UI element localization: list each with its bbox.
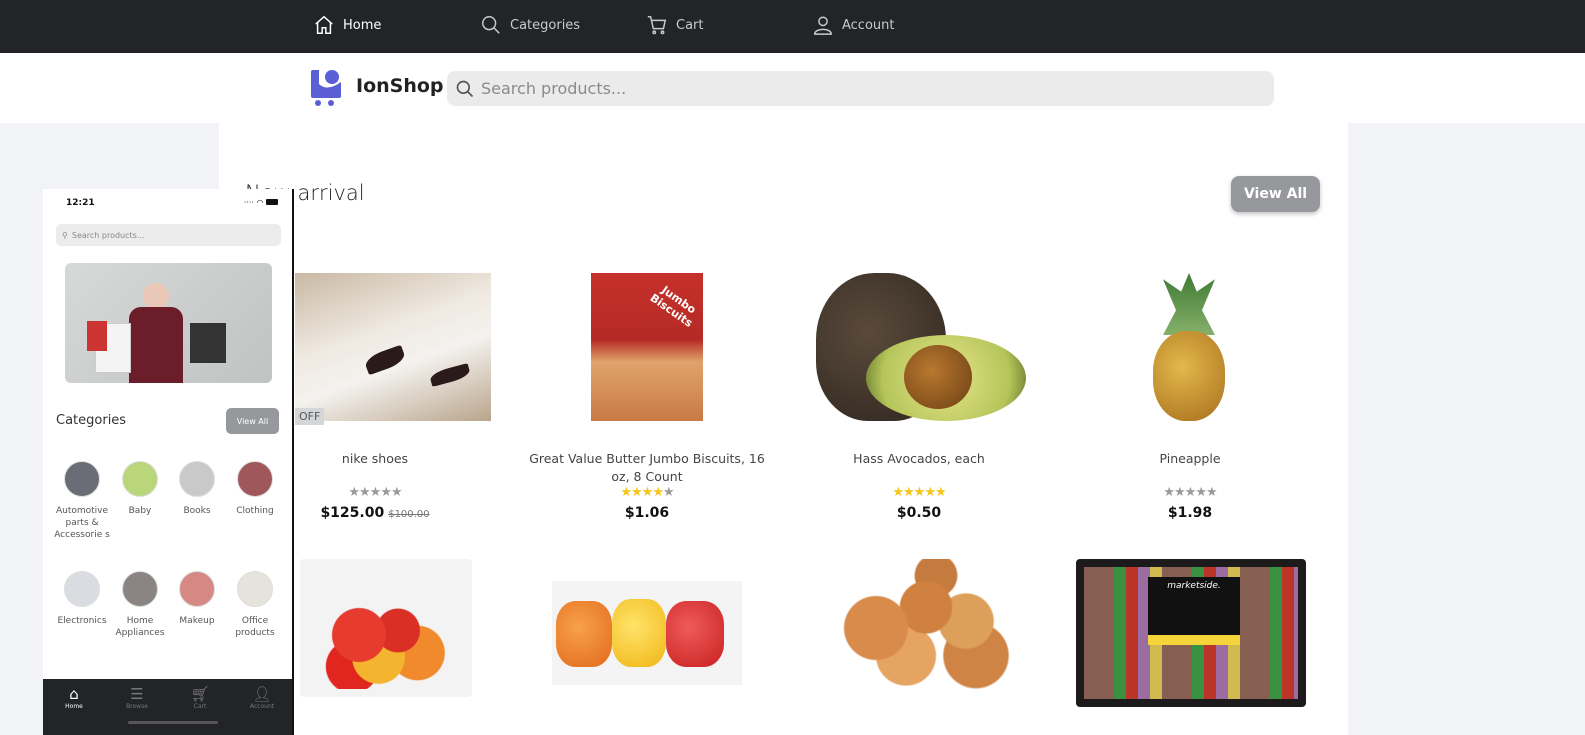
category-item[interactable]: Makeup xyxy=(169,571,225,627)
old-price: $100.00 xyxy=(388,509,430,520)
category-label: Baby xyxy=(128,506,152,516)
category-label: Office products xyxy=(235,616,275,638)
category-item[interactable]: Clothing xyxy=(227,461,283,517)
product-image[interactable] xyxy=(1153,273,1225,421)
mobile-tab-account[interactable]: 👤︎ Account xyxy=(232,685,292,710)
product-image[interactable] xyxy=(816,273,1028,421)
nav-account[interactable]: Account xyxy=(812,14,895,36)
status-time: 12:21 xyxy=(66,198,95,208)
mobile-tab-cart[interactable]: 🛒︎ Cart xyxy=(170,685,230,710)
category-image xyxy=(64,461,100,497)
product-image[interactable] xyxy=(295,273,491,421)
home-indicator xyxy=(128,721,218,724)
status-icons: ···· ◠ xyxy=(244,198,278,207)
category-label: Home Appliances xyxy=(115,616,165,638)
rating-stars: ★★★★★ xyxy=(620,485,674,500)
category-image xyxy=(179,571,215,607)
category-item[interactable]: Automotive parts & Accessorie s xyxy=(54,461,110,541)
categories-view-all-button[interactable]: View All xyxy=(226,408,279,434)
nav-categories[interactable]: Categories xyxy=(480,14,580,36)
category-image xyxy=(237,461,273,497)
category-image xyxy=(237,571,273,607)
logo-icon[interactable] xyxy=(311,70,343,106)
main-content: New arrival View All OFF nike shoes ★★★★… xyxy=(219,123,1348,735)
nav-cart[interactable]: Cart xyxy=(646,14,704,36)
nav-account-label: Account xyxy=(842,17,895,33)
tab-label: Home xyxy=(65,703,83,710)
search-icon xyxy=(456,80,474,97)
mobile-tab-browse[interactable]: ☰ Browse xyxy=(107,685,167,710)
category-image xyxy=(122,461,158,497)
category-label: Makeup xyxy=(179,616,215,626)
category-item[interactable]: Baby xyxy=(112,461,168,517)
discount-badge: OFF xyxy=(295,408,325,425)
mobile-tab-home[interactable]: ⌂ Home xyxy=(44,685,104,710)
categories-title: Categories xyxy=(56,413,127,428)
cart-icon xyxy=(647,16,667,35)
product-image[interactable] xyxy=(300,559,472,697)
category-image xyxy=(122,571,158,607)
tab-label: Account xyxy=(249,703,275,710)
category-item[interactable]: Office products xyxy=(227,571,283,639)
user-icon xyxy=(814,16,832,35)
product-image[interactable]: marketside. xyxy=(1076,559,1306,707)
category-item[interactable]: Books xyxy=(169,461,225,517)
search-input[interactable] xyxy=(481,79,1261,98)
wifi-icon: ◠ xyxy=(256,198,264,207)
signal-icon: ···· xyxy=(243,198,254,207)
category-label: Books xyxy=(183,506,211,516)
category-label: Automotive parts & Accessorie s xyxy=(54,506,110,540)
product-price: $1.98 xyxy=(1167,505,1213,521)
product-name[interactable]: Hass Avocados, each xyxy=(794,450,1044,468)
mobile-tab-bar: ⌂ Home ☰ Browse 🛒︎ Cart 👤︎ Account xyxy=(43,679,292,735)
product-image[interactable] xyxy=(552,581,742,685)
product-image[interactable] xyxy=(816,559,1016,697)
header: IonShop xyxy=(0,53,1585,123)
search-icon xyxy=(482,16,500,34)
current-price: $125.00 xyxy=(320,505,385,521)
nav-home[interactable]: Home xyxy=(313,14,381,36)
category-label: Clothing xyxy=(236,506,274,516)
battery-icon xyxy=(266,199,278,205)
category-item[interactable]: Home Appliances xyxy=(112,571,168,639)
nav-home-label: Home xyxy=(343,17,382,33)
category-image xyxy=(64,571,100,607)
product-name[interactable]: Great Value Butter Jumbo Biscuits, 16 oz… xyxy=(522,450,772,486)
tab-label: Browse xyxy=(126,703,148,710)
product-name[interactable]: Pineapple xyxy=(1065,450,1315,468)
mobile-preview: 12:21 ···· ◠ ⚲ Search products... Catego… xyxy=(43,189,294,735)
mobile-search-bar[interactable]: ⚲ Search products... xyxy=(56,224,281,246)
rating-stars: ★★★★★ xyxy=(892,485,946,500)
category-item[interactable]: Electronics xyxy=(54,571,110,627)
category-image xyxy=(179,461,215,497)
product-image[interactable]: Jumbo Biscuits xyxy=(591,273,703,421)
cart-icon: 🛒︎ xyxy=(190,685,210,703)
user-icon: 👤︎ xyxy=(252,685,272,703)
promo-banner[interactable] xyxy=(65,263,272,383)
top-navigation: Home Categories Cart Account xyxy=(0,0,1585,53)
category-label: Electronics xyxy=(57,616,107,626)
view-all-button[interactable]: View All xyxy=(1231,176,1320,212)
product-price: $0.50 xyxy=(896,505,942,521)
product-price: $1.06 xyxy=(624,505,670,521)
home-icon xyxy=(315,15,333,34)
home-icon: ⌂ xyxy=(69,685,79,703)
list-icon: ☰ xyxy=(130,685,144,703)
nav-cart-label: Cart xyxy=(676,17,704,33)
rating-stars: ★★★★★ xyxy=(1163,485,1217,500)
search-icon: ⚲ xyxy=(62,230,68,240)
search-bar[interactable] xyxy=(447,71,1274,106)
tab-label: Cart xyxy=(193,703,207,710)
mobile-search-placeholder[interactable]: Search products... xyxy=(72,231,145,240)
brand-name[interactable]: IonShop xyxy=(356,75,444,97)
nav-categories-label: Categories xyxy=(510,17,581,33)
